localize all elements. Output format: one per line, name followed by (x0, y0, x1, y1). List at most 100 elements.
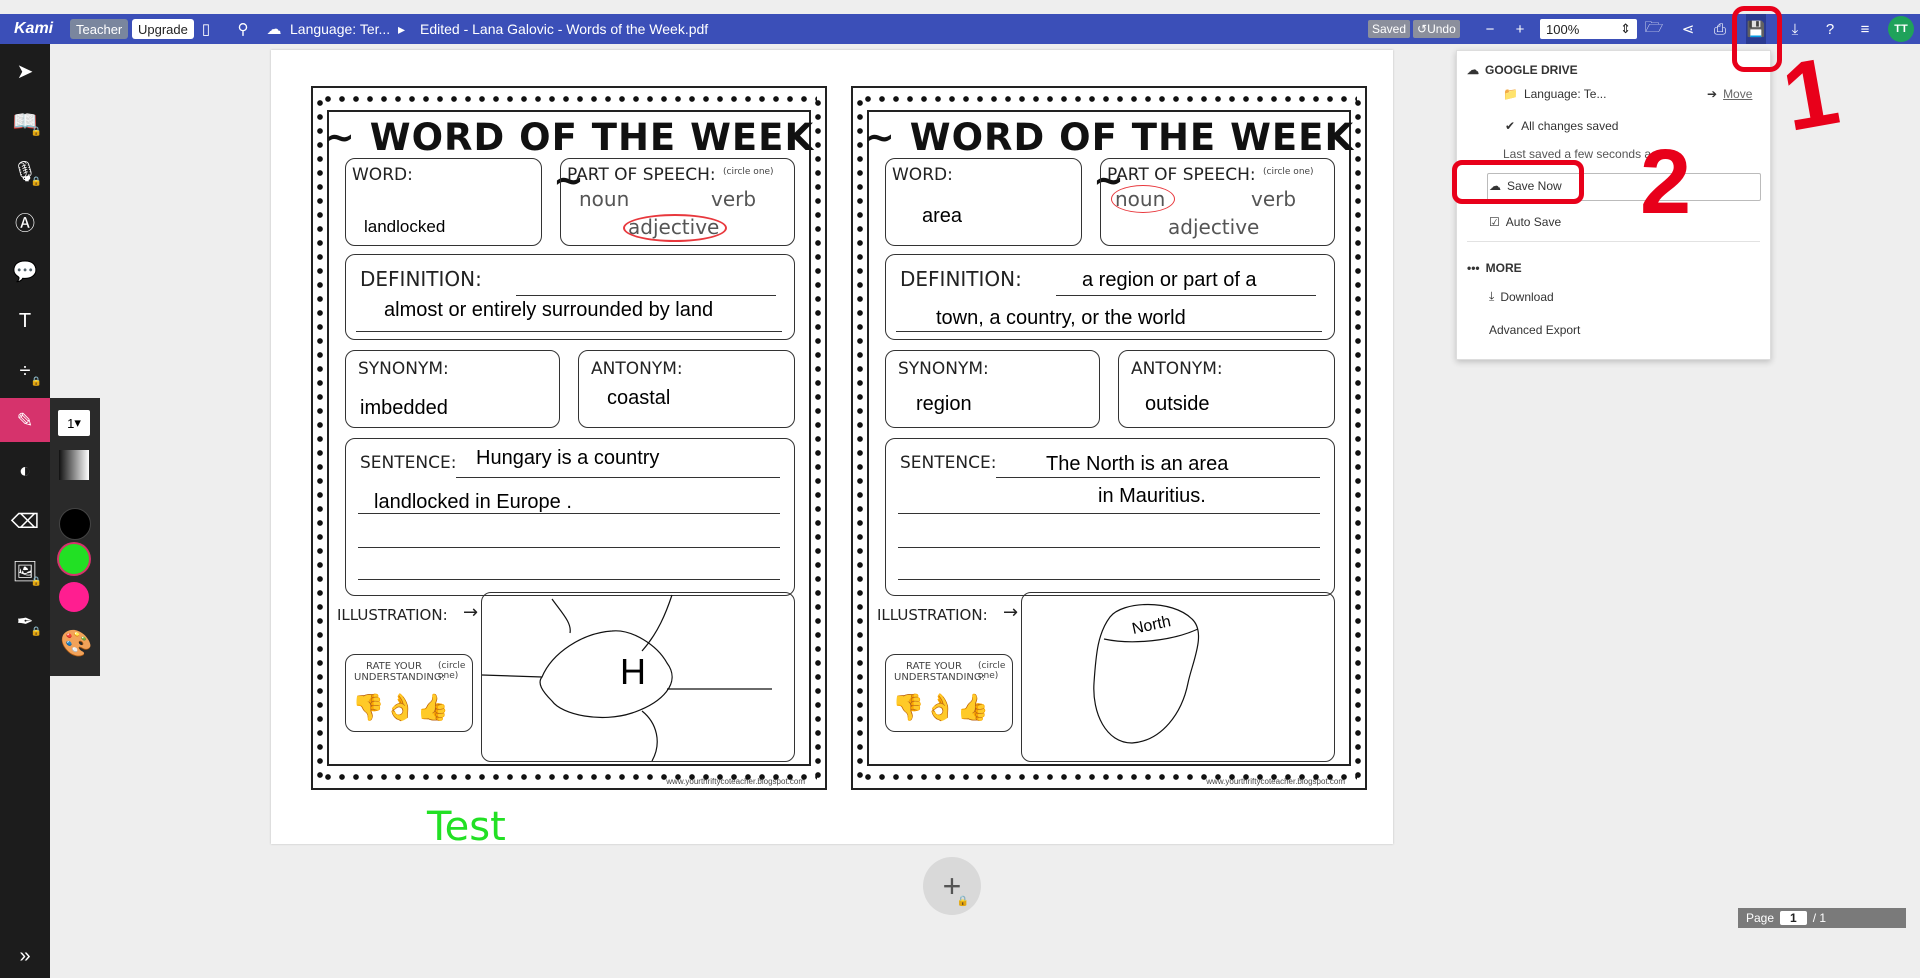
top-bar: Kami Teacher Upgrade ▯ ⚲ ☁ Language: Ter… (0, 14, 1920, 44)
print-icon[interactable]: ⎙ (1710, 14, 1730, 44)
page-indicator: Page 1 / 1 (1738, 908, 1906, 928)
annotation-number-1: 1 (1775, 37, 1847, 152)
drawing-sketch[interactable] (1022, 593, 1334, 761)
download-icon: ⤓ (1489, 289, 1495, 303)
eraser-tool-icon[interactable]: ⌫ (0, 499, 50, 543)
synonym-box: SYNONYM: imbedded (345, 350, 560, 428)
sentence-box: SENTENCE: Hungary is a country landlocke… (345, 438, 795, 596)
color-black-swatch[interactable] (59, 508, 91, 540)
definition-box: DEFINITION: almost or entirely surrounde… (345, 254, 795, 340)
text-tool-icon[interactable]: T (0, 299, 50, 343)
menu-icon[interactable]: ≡ (1855, 14, 1875, 44)
card-footer: www.yourthriftycoteacher.blogspot.com (666, 777, 805, 786)
arrow-right-icon: → (1003, 602, 1019, 623)
thumbs-icons[interactable]: 👎👌👍 (892, 693, 989, 723)
comment-tool-icon[interactable]: 💬 (0, 249, 50, 293)
part-of-speech-box: PART OF SPEECH: (circle one) noun verb a… (560, 158, 795, 246)
antonym-value: outside (1145, 393, 1210, 415)
folder-row[interactable]: 📁 Language: Te... (1503, 87, 1606, 101)
rate-hint: (circle one) (438, 661, 466, 681)
shapes-tool-icon[interactable]: ◐ (0, 449, 50, 493)
move-link[interactable]: ➔ Move (1707, 87, 1752, 101)
pos-verb: verb (1251, 187, 1297, 211)
highlight-box-save-now (1452, 160, 1584, 204)
share-icon[interactable]: ⋖ (1678, 14, 1698, 44)
rate-hint: (circle one) (978, 661, 1006, 681)
download-item[interactable]: ⤓ Download (1489, 289, 1554, 304)
palette-icon[interactable]: 🎨 (60, 628, 92, 659)
all-saved-label: All changes saved (1521, 119, 1619, 133)
thumbs-icons[interactable]: 👎👌👍 (352, 693, 449, 723)
signature-tool-icon[interactable]: ✒ 🔒 (0, 599, 50, 643)
file-name[interactable]: Edited - Lana Galovic - Words of the Wee… (420, 14, 708, 44)
equation-tool-icon[interactable]: ÷ 🔒 (0, 349, 50, 393)
annotation-number-2: 2 (1640, 131, 1692, 233)
zoom-in-button[interactable]: + (1510, 14, 1530, 44)
pos-noun: noun (579, 187, 630, 211)
freehand-text-annotation[interactable]: Test (427, 804, 506, 850)
auto-save-label: Auto Save (1505, 215, 1562, 229)
zoom-select[interactable]: 100% ⇕ (1540, 19, 1637, 39)
auto-save-toggle[interactable]: ☑ Auto Save (1489, 215, 1561, 229)
undo-button[interactable]: ↺ Undo (1413, 20, 1460, 38)
rate-label: RATE YOUR UNDERSTANDING: (354, 661, 446, 683)
breadcrumb-folder[interactable]: Language: Ter... (290, 14, 390, 44)
dictionary-tool-icon[interactable]: 📖 🔒 (0, 99, 50, 143)
circle-annotation[interactable] (623, 214, 727, 242)
markup-tool-icon[interactable]: Ⓐ (0, 199, 50, 243)
color-green-swatch[interactable] (59, 544, 89, 574)
word-label: WORD: (892, 165, 953, 185)
sentence-line-2: landlocked in Europe . (374, 491, 572, 513)
zoom-value: 100% (1546, 21, 1580, 37)
left-toolbar: ➤ 📖 🔒 🎙 🔒 Ⓐ 💬 T ÷ 🔒 ✎ ◐ ⌫ 🖼 🔒 ✒ 🔒 » (0, 44, 50, 978)
antonym-value: coastal (607, 387, 671, 409)
illustration-box: H (481, 592, 795, 762)
section-title: MORE (1485, 261, 1522, 275)
download-label: Download (1500, 289, 1554, 304)
saved-status: Saved (1368, 20, 1411, 38)
arrow-right-icon: → (463, 602, 479, 623)
updown-icon: ⇕ (1620, 21, 1631, 36)
part-of-speech-box: PART OF SPEECH: (circle one) noun verb a… (1100, 158, 1335, 246)
lock-icon: 🔒 (30, 376, 42, 386)
word-box: WORD: landlocked (345, 158, 542, 246)
expand-icon[interactable]: » (0, 934, 50, 978)
checkbox-icon[interactable]: ☑ (1489, 215, 1500, 229)
sentence-label: SENTENCE: (360, 453, 457, 473)
sidebar-toggle-icon[interactable]: ▯ (196, 14, 216, 44)
color-pink-swatch[interactable] (59, 582, 89, 612)
audio-tool-icon[interactable]: 🎙 🔒 (0, 149, 50, 193)
pos-verb: verb (711, 187, 757, 211)
select-tool-icon[interactable]: ➤ (0, 49, 50, 93)
image-tool-icon[interactable]: 🖼 🔒 (0, 549, 50, 593)
drive-icon: ☁ (1467, 63, 1479, 77)
definition-line-1: a region or part of a (1082, 269, 1257, 291)
circle-annotation[interactable] (1111, 185, 1175, 213)
open-folder-icon[interactable]: 🗁 (1644, 14, 1664, 44)
google-drive-section: ☁ GOOGLE DRIVE (1467, 63, 1578, 77)
stroke-size-select[interactable]: 1 ▾ (58, 410, 90, 436)
drawing-options-panel: 1 ▾ 🎨 (50, 398, 100, 676)
save-dropdown: ☁ GOOGLE DRIVE 📁 Language: Te... ➔ Move ✔ Al… (1456, 50, 1771, 360)
avatar[interactable]: TT (1888, 16, 1914, 42)
card-footer: www.yourthriftycoteacher.blogspot.com (1206, 777, 1345, 786)
download-icon[interactable]: ⤓ (1785, 14, 1805, 44)
arrow-right-icon: ➔ (1707, 87, 1718, 101)
document-page[interactable]: ~ WORD OF THE WEEK ~ WORD: landlocked PA… (271, 50, 1393, 850)
teacher-badge: Teacher (70, 19, 129, 39)
page-input[interactable]: 1 (1780, 911, 1807, 925)
sentence-line-1: The North is an area (1046, 453, 1229, 475)
advanced-export-item[interactable]: Advanced Export (1489, 323, 1580, 337)
drive-icon: ☁ (266, 21, 282, 38)
kami-logo: Kami (14, 20, 54, 37)
add-page-button[interactable]: + 🔒 (923, 857, 981, 915)
search-icon[interactable]: ⚲ (233, 14, 253, 44)
zoom-out-button[interactable]: − (1480, 14, 1500, 44)
opacity-slider[interactable] (59, 450, 89, 480)
drawing-tool-icon[interactable]: ✎ (0, 398, 50, 442)
definition-box: DEFINITION: a region or part of a town, … (885, 254, 1335, 340)
illustration-box: North (1021, 592, 1335, 762)
upgrade-button[interactable]: Upgrade (132, 19, 194, 39)
move-label: Move (1723, 87, 1753, 101)
lock-icon: 🔒 (30, 176, 42, 186)
